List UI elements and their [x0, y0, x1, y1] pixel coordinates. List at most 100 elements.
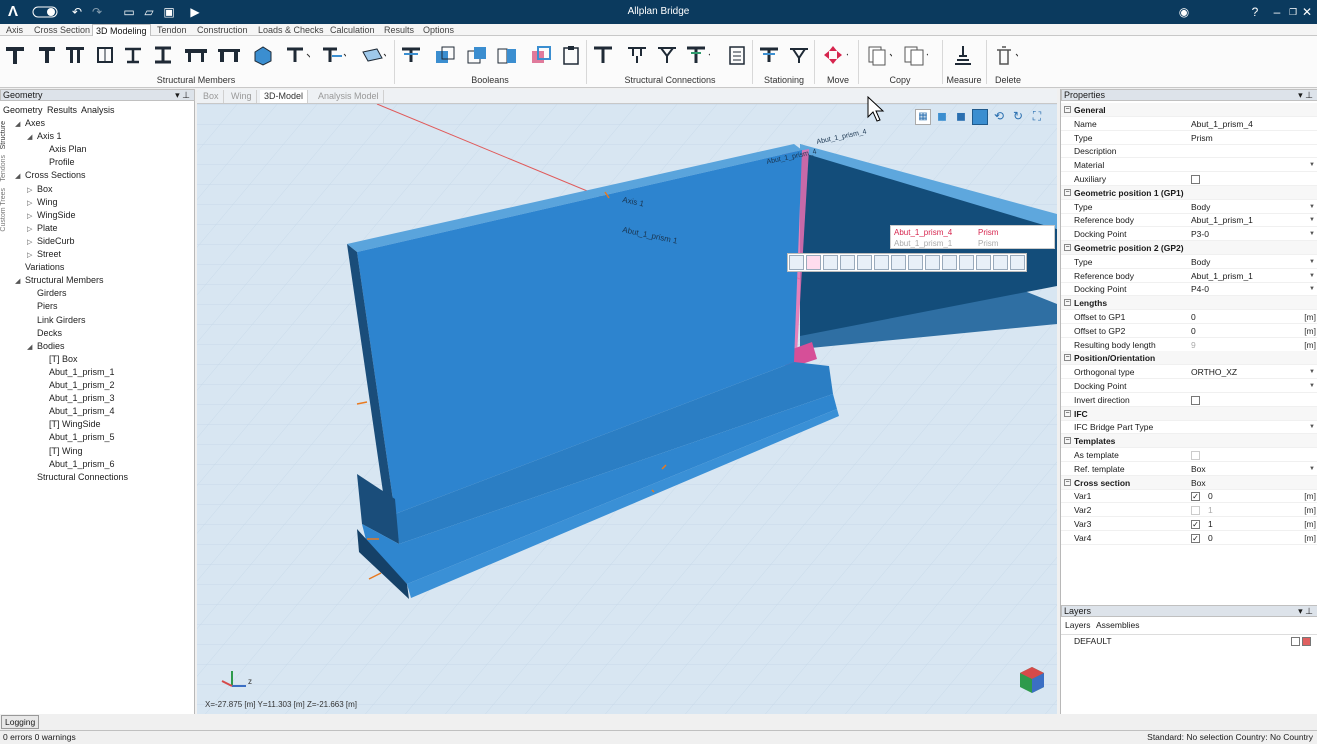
property-row[interactable]: Offset to GP2 0 [m]: [1061, 324, 1317, 338]
connection-t-icon[interactable]: [590, 42, 616, 68]
boolean-subtract-icon[interactable]: [464, 42, 490, 68]
i-beam-icon[interactable]: [150, 42, 176, 68]
merge-icon[interactable]: [976, 255, 991, 270]
property-value[interactable]: 0: [1191, 324, 1196, 338]
tree-item[interactable]: ▷ Plate: [27, 223, 58, 233]
collapsed-triangle-icon[interactable]: ▷: [27, 251, 37, 259]
tree-item[interactable]: [T] Wing: [39, 446, 83, 456]
tree-item[interactable]: Piers: [27, 301, 58, 311]
property-row[interactable]: Docking Point ▼: [1061, 379, 1317, 393]
view-tab-box[interactable]: Box: [199, 90, 224, 103]
popup-row-2[interactable]: Abut_1_prism_1 Prism: [894, 239, 1052, 248]
property-row[interactable]: Var2 1 [m]: [1061, 503, 1317, 518]
pier-icon[interactable]: [62, 42, 88, 68]
pin-icon[interactable]: ▾ ⊥: [1298, 606, 1313, 617]
boolean-red-icon[interactable]: [528, 42, 554, 68]
restore-icon[interactable]: ❐: [1288, 4, 1298, 20]
menu-calculation[interactable]: Calculation: [330, 24, 375, 36]
solid-view-icon[interactable]: ◼: [953, 109, 969, 125]
property-value[interactable]: 0: [1208, 489, 1213, 503]
tree-item[interactable]: ◢ Bodies: [27, 341, 65, 351]
property-row[interactable]: As template: [1061, 448, 1317, 462]
property-section[interactable]: − Templates: [1061, 434, 1317, 449]
property-checkbox[interactable]: [1191, 395, 1200, 405]
tree-item[interactable]: Girders: [27, 288, 67, 298]
refresh-icon[interactable]: ↻: [1010, 109, 1026, 125]
tree-item[interactable]: ◢ Structural Members: [15, 275, 104, 285]
align-icon[interactable]: [942, 255, 957, 270]
property-value[interactable]: 9: [1191, 338, 1196, 352]
property-row[interactable]: Type Body ▼: [1061, 200, 1317, 214]
property-row[interactable]: Var4 ✓ 0 [m]: [1061, 531, 1317, 545]
property-value[interactable]: 1: [1208, 503, 1213, 517]
expanded-triangle-icon[interactable]: ◢: [15, 172, 25, 180]
property-row[interactable]: Description: [1061, 144, 1317, 159]
property-value[interactable]: P3-0: [1191, 227, 1209, 241]
copy-icon[interactable]: [823, 255, 838, 270]
tree-item[interactable]: Abut_1_prism_1: [39, 367, 115, 377]
menu-cross-section[interactable]: Cross Section: [34, 24, 90, 36]
collapse-icon[interactable]: −: [1064, 409, 1071, 417]
side-tab-custom-trees[interactable]: Custom Trees: [0, 188, 7, 232]
split-icon[interactable]: [959, 255, 974, 270]
rotate-view-icon[interactable]: ⟲: [991, 109, 1007, 125]
dropdown-arrow-icon[interactable]: ▼: [1309, 200, 1315, 214]
plane-dropdown-icon[interactable]: [360, 42, 386, 68]
mirror-icon[interactable]: [908, 255, 923, 270]
tree-item[interactable]: ▷ Box: [27, 184, 53, 194]
expanded-triangle-icon[interactable]: ◢: [27, 343, 37, 351]
property-row[interactable]: Type Prism: [1061, 131, 1317, 145]
help-icon[interactable]: ?: [1248, 4, 1262, 20]
box-view-icon[interactable]: [972, 109, 988, 125]
property-value[interactable]: Body: [1191, 255, 1210, 269]
tree-item[interactable]: Abut_1_prism_4: [39, 406, 115, 416]
girder-icon[interactable]: [34, 42, 60, 68]
collapsed-triangle-icon[interactable]: ▷: [27, 225, 37, 233]
view-tab-analysis-model[interactable]: Analysis Model: [314, 90, 384, 103]
body-icon[interactable]: [250, 42, 276, 68]
menu-tendon[interactable]: Tendon: [157, 24, 187, 36]
tree-item[interactable]: Variations: [15, 262, 64, 272]
tree-item[interactable]: Abut_1_prism_6: [39, 459, 115, 469]
collapse-icon[interactable]: −: [1064, 354, 1071, 362]
beam-dropdown-icon[interactable]: [284, 42, 310, 68]
rotate-icon[interactable]: [925, 255, 940, 270]
move-icon[interactable]: [822, 42, 848, 68]
collapse-icon[interactable]: −: [1064, 478, 1071, 486]
link-girder-icon[interactable]: [92, 42, 118, 68]
property-row[interactable]: Auxiliary: [1061, 172, 1317, 186]
delete-icon[interactable]: [789, 255, 804, 270]
property-checkbox[interactable]: ✓: [1191, 492, 1200, 502]
stationing-icon[interactable]: [756, 42, 782, 68]
property-section[interactable]: − Position/Orientation: [1061, 351, 1317, 366]
bridge-deck-icon[interactable]: [183, 42, 209, 68]
property-value[interactable]: Body: [1191, 200, 1210, 214]
tab-analysis[interactable]: Analysis: [81, 105, 115, 115]
t-beam-icon[interactable]: [2, 42, 28, 68]
dropdown-arrow-icon[interactable]: ▼: [1309, 158, 1315, 172]
side-tab-structure[interactable]: Structure: [0, 121, 7, 149]
tree-item[interactable]: Structural Connections: [27, 472, 128, 482]
property-row[interactable]: Reference body Abut_1_prism_1 ▼: [1061, 269, 1317, 283]
collapse-icon[interactable]: −: [1064, 437, 1071, 445]
measure-icon[interactable]: [950, 42, 976, 68]
pin-icon[interactable]: ▾ ⊥: [1298, 90, 1313, 101]
tree-item[interactable]: ◢ Axis 1: [27, 131, 62, 141]
tab-layers[interactable]: Layers: [1065, 620, 1091, 630]
move-icon[interactable]: [806, 255, 821, 270]
grid-icon[interactable]: [891, 255, 906, 270]
stationing-2-icon[interactable]: [786, 42, 812, 68]
dropdown-arrow-icon[interactable]: ▼: [1309, 420, 1315, 434]
collapsed-triangle-icon[interactable]: ▷: [27, 238, 37, 246]
property-row[interactable]: Material ▼: [1061, 158, 1317, 173]
delete-icon[interactable]: [992, 42, 1018, 68]
dropdown-arrow-icon[interactable]: ▼: [1309, 255, 1315, 269]
collapse-icon[interactable]: −: [1064, 188, 1071, 196]
close-icon[interactable]: ✕: [1302, 4, 1312, 20]
edit-icon[interactable]: [857, 255, 872, 270]
property-checkbox[interactable]: ✓: [1191, 533, 1200, 543]
menu-axis[interactable]: Axis: [6, 24, 23, 36]
property-row[interactable]: Invert direction: [1061, 393, 1317, 407]
tree-item[interactable]: Abut_1_prism_5: [39, 432, 115, 442]
pin-icon[interactable]: ▾ ⊥: [175, 90, 190, 101]
